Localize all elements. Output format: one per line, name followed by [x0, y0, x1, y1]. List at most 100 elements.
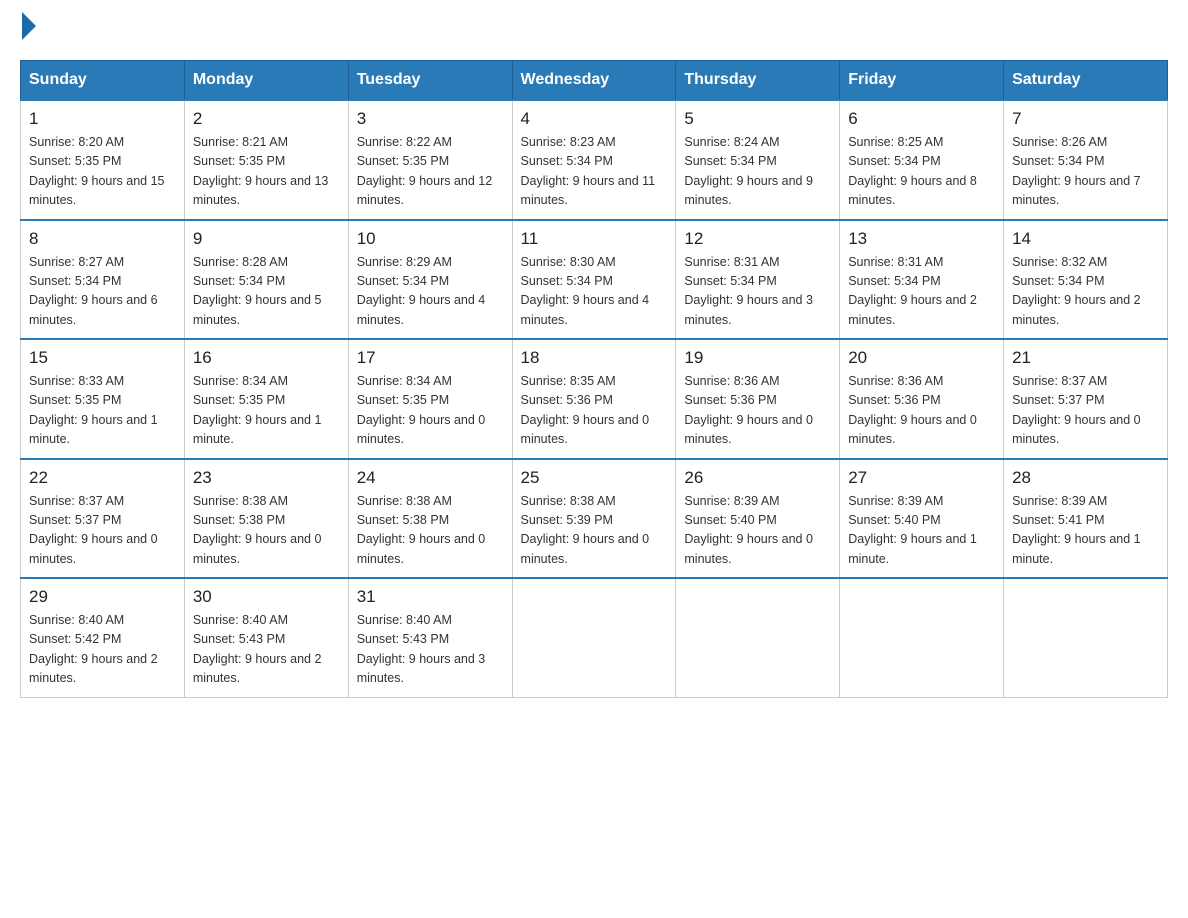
day-number: 28: [1012, 468, 1159, 488]
weekday-header-monday: Monday: [184, 61, 348, 101]
day-number: 12: [684, 229, 831, 249]
calendar-day-cell: 1 Sunrise: 8:20 AM Sunset: 5:35 PM Dayli…: [21, 100, 185, 220]
calendar-day-cell: 19 Sunrise: 8:36 AM Sunset: 5:36 PM Dayl…: [676, 339, 840, 459]
day-number: 30: [193, 587, 340, 607]
day-info: Sunrise: 8:37 AM Sunset: 5:37 PM Dayligh…: [1012, 372, 1159, 450]
day-info: Sunrise: 8:34 AM Sunset: 5:35 PM Dayligh…: [193, 372, 340, 450]
calendar-day-cell: 20 Sunrise: 8:36 AM Sunset: 5:36 PM Dayl…: [840, 339, 1004, 459]
calendar-week-row: 8 Sunrise: 8:27 AM Sunset: 5:34 PM Dayli…: [21, 220, 1168, 340]
day-number: 15: [29, 348, 176, 368]
weekday-header-row: SundayMondayTuesdayWednesdayThursdayFrid…: [21, 61, 1168, 101]
day-info: Sunrise: 8:36 AM Sunset: 5:36 PM Dayligh…: [848, 372, 995, 450]
day-number: 9: [193, 229, 340, 249]
day-info: Sunrise: 8:21 AM Sunset: 5:35 PM Dayligh…: [193, 133, 340, 211]
calendar-day-cell: 2 Sunrise: 8:21 AM Sunset: 5:35 PM Dayli…: [184, 100, 348, 220]
day-info: Sunrise: 8:40 AM Sunset: 5:43 PM Dayligh…: [357, 611, 504, 689]
weekday-header-wednesday: Wednesday: [512, 61, 676, 101]
day-number: 21: [1012, 348, 1159, 368]
day-number: 27: [848, 468, 995, 488]
calendar-day-cell: 30 Sunrise: 8:40 AM Sunset: 5:43 PM Dayl…: [184, 578, 348, 697]
calendar-day-cell: [840, 578, 1004, 697]
day-number: 22: [29, 468, 176, 488]
day-number: 6: [848, 109, 995, 129]
day-number: 19: [684, 348, 831, 368]
day-info: Sunrise: 8:34 AM Sunset: 5:35 PM Dayligh…: [357, 372, 504, 450]
calendar-day-cell: 15 Sunrise: 8:33 AM Sunset: 5:35 PM Dayl…: [21, 339, 185, 459]
day-info: Sunrise: 8:24 AM Sunset: 5:34 PM Dayligh…: [684, 133, 831, 211]
calendar-day-cell: 5 Sunrise: 8:24 AM Sunset: 5:34 PM Dayli…: [676, 100, 840, 220]
calendar-header: SundayMondayTuesdayWednesdayThursdayFrid…: [21, 61, 1168, 101]
calendar-day-cell: 25 Sunrise: 8:38 AM Sunset: 5:39 PM Dayl…: [512, 459, 676, 579]
calendar-day-cell: 14 Sunrise: 8:32 AM Sunset: 5:34 PM Dayl…: [1004, 220, 1168, 340]
calendar-day-cell: 13 Sunrise: 8:31 AM Sunset: 5:34 PM Dayl…: [840, 220, 1004, 340]
calendar-day-cell: 8 Sunrise: 8:27 AM Sunset: 5:34 PM Dayli…: [21, 220, 185, 340]
day-info: Sunrise: 8:40 AM Sunset: 5:43 PM Dayligh…: [193, 611, 340, 689]
calendar-body: 1 Sunrise: 8:20 AM Sunset: 5:35 PM Dayli…: [21, 100, 1168, 697]
day-number: 11: [521, 229, 668, 249]
day-info: Sunrise: 8:28 AM Sunset: 5:34 PM Dayligh…: [193, 253, 340, 331]
day-info: Sunrise: 8:25 AM Sunset: 5:34 PM Dayligh…: [848, 133, 995, 211]
calendar-day-cell: 3 Sunrise: 8:22 AM Sunset: 5:35 PM Dayli…: [348, 100, 512, 220]
day-number: 31: [357, 587, 504, 607]
day-number: 24: [357, 468, 504, 488]
day-info: Sunrise: 8:39 AM Sunset: 5:40 PM Dayligh…: [684, 492, 831, 570]
weekday-header-friday: Friday: [840, 61, 1004, 101]
day-info: Sunrise: 8:32 AM Sunset: 5:34 PM Dayligh…: [1012, 253, 1159, 331]
day-number: 1: [29, 109, 176, 129]
calendar-day-cell: 11 Sunrise: 8:30 AM Sunset: 5:34 PM Dayl…: [512, 220, 676, 340]
day-number: 7: [1012, 109, 1159, 129]
day-info: Sunrise: 8:20 AM Sunset: 5:35 PM Dayligh…: [29, 133, 176, 211]
calendar-week-row: 22 Sunrise: 8:37 AM Sunset: 5:37 PM Dayl…: [21, 459, 1168, 579]
calendar-day-cell: 28 Sunrise: 8:39 AM Sunset: 5:41 PM Dayl…: [1004, 459, 1168, 579]
calendar-day-cell: 21 Sunrise: 8:37 AM Sunset: 5:37 PM Dayl…: [1004, 339, 1168, 459]
calendar-day-cell: 23 Sunrise: 8:38 AM Sunset: 5:38 PM Dayl…: [184, 459, 348, 579]
page-header: [20, 20, 1168, 40]
calendar-day-cell: 26 Sunrise: 8:39 AM Sunset: 5:40 PM Dayl…: [676, 459, 840, 579]
day-number: 14: [1012, 229, 1159, 249]
calendar-day-cell: 16 Sunrise: 8:34 AM Sunset: 5:35 PM Dayl…: [184, 339, 348, 459]
calendar-day-cell: 17 Sunrise: 8:34 AM Sunset: 5:35 PM Dayl…: [348, 339, 512, 459]
calendar-day-cell: 6 Sunrise: 8:25 AM Sunset: 5:34 PM Dayli…: [840, 100, 1004, 220]
calendar-day-cell: 24 Sunrise: 8:38 AM Sunset: 5:38 PM Dayl…: [348, 459, 512, 579]
day-info: Sunrise: 8:33 AM Sunset: 5:35 PM Dayligh…: [29, 372, 176, 450]
day-info: Sunrise: 8:23 AM Sunset: 5:34 PM Dayligh…: [521, 133, 668, 211]
calendar-day-cell: [512, 578, 676, 697]
day-number: 18: [521, 348, 668, 368]
day-number: 13: [848, 229, 995, 249]
day-number: 17: [357, 348, 504, 368]
day-number: 5: [684, 109, 831, 129]
day-info: Sunrise: 8:40 AM Sunset: 5:42 PM Dayligh…: [29, 611, 176, 689]
weekday-header-thursday: Thursday: [676, 61, 840, 101]
day-number: 25: [521, 468, 668, 488]
day-number: 2: [193, 109, 340, 129]
day-number: 29: [29, 587, 176, 607]
calendar-day-cell: 31 Sunrise: 8:40 AM Sunset: 5:43 PM Dayl…: [348, 578, 512, 697]
day-info: Sunrise: 8:30 AM Sunset: 5:34 PM Dayligh…: [521, 253, 668, 331]
calendar-day-cell: 22 Sunrise: 8:37 AM Sunset: 5:37 PM Dayl…: [21, 459, 185, 579]
day-number: 16: [193, 348, 340, 368]
calendar-week-row: 15 Sunrise: 8:33 AM Sunset: 5:35 PM Dayl…: [21, 339, 1168, 459]
day-info: Sunrise: 8:38 AM Sunset: 5:38 PM Dayligh…: [193, 492, 340, 570]
calendar-day-cell: 9 Sunrise: 8:28 AM Sunset: 5:34 PM Dayli…: [184, 220, 348, 340]
day-info: Sunrise: 8:36 AM Sunset: 5:36 PM Dayligh…: [684, 372, 831, 450]
day-info: Sunrise: 8:39 AM Sunset: 5:40 PM Dayligh…: [848, 492, 995, 570]
calendar-week-row: 29 Sunrise: 8:40 AM Sunset: 5:42 PM Dayl…: [21, 578, 1168, 697]
day-number: 10: [357, 229, 504, 249]
day-number: 4: [521, 109, 668, 129]
day-info: Sunrise: 8:39 AM Sunset: 5:41 PM Dayligh…: [1012, 492, 1159, 570]
day-info: Sunrise: 8:35 AM Sunset: 5:36 PM Dayligh…: [521, 372, 668, 450]
day-info: Sunrise: 8:38 AM Sunset: 5:38 PM Dayligh…: [357, 492, 504, 570]
day-info: Sunrise: 8:37 AM Sunset: 5:37 PM Dayligh…: [29, 492, 176, 570]
calendar-day-cell: [676, 578, 840, 697]
day-number: 26: [684, 468, 831, 488]
logo-arrow-icon: [22, 12, 36, 40]
day-info: Sunrise: 8:31 AM Sunset: 5:34 PM Dayligh…: [684, 253, 831, 331]
day-info: Sunrise: 8:22 AM Sunset: 5:35 PM Dayligh…: [357, 133, 504, 211]
calendar-day-cell: 18 Sunrise: 8:35 AM Sunset: 5:36 PM Dayl…: [512, 339, 676, 459]
calendar-day-cell: 12 Sunrise: 8:31 AM Sunset: 5:34 PM Dayl…: [676, 220, 840, 340]
day-number: 8: [29, 229, 176, 249]
weekday-header-tuesday: Tuesday: [348, 61, 512, 101]
calendar-day-cell: 27 Sunrise: 8:39 AM Sunset: 5:40 PM Dayl…: [840, 459, 1004, 579]
logo: [20, 20, 36, 40]
day-info: Sunrise: 8:26 AM Sunset: 5:34 PM Dayligh…: [1012, 133, 1159, 211]
